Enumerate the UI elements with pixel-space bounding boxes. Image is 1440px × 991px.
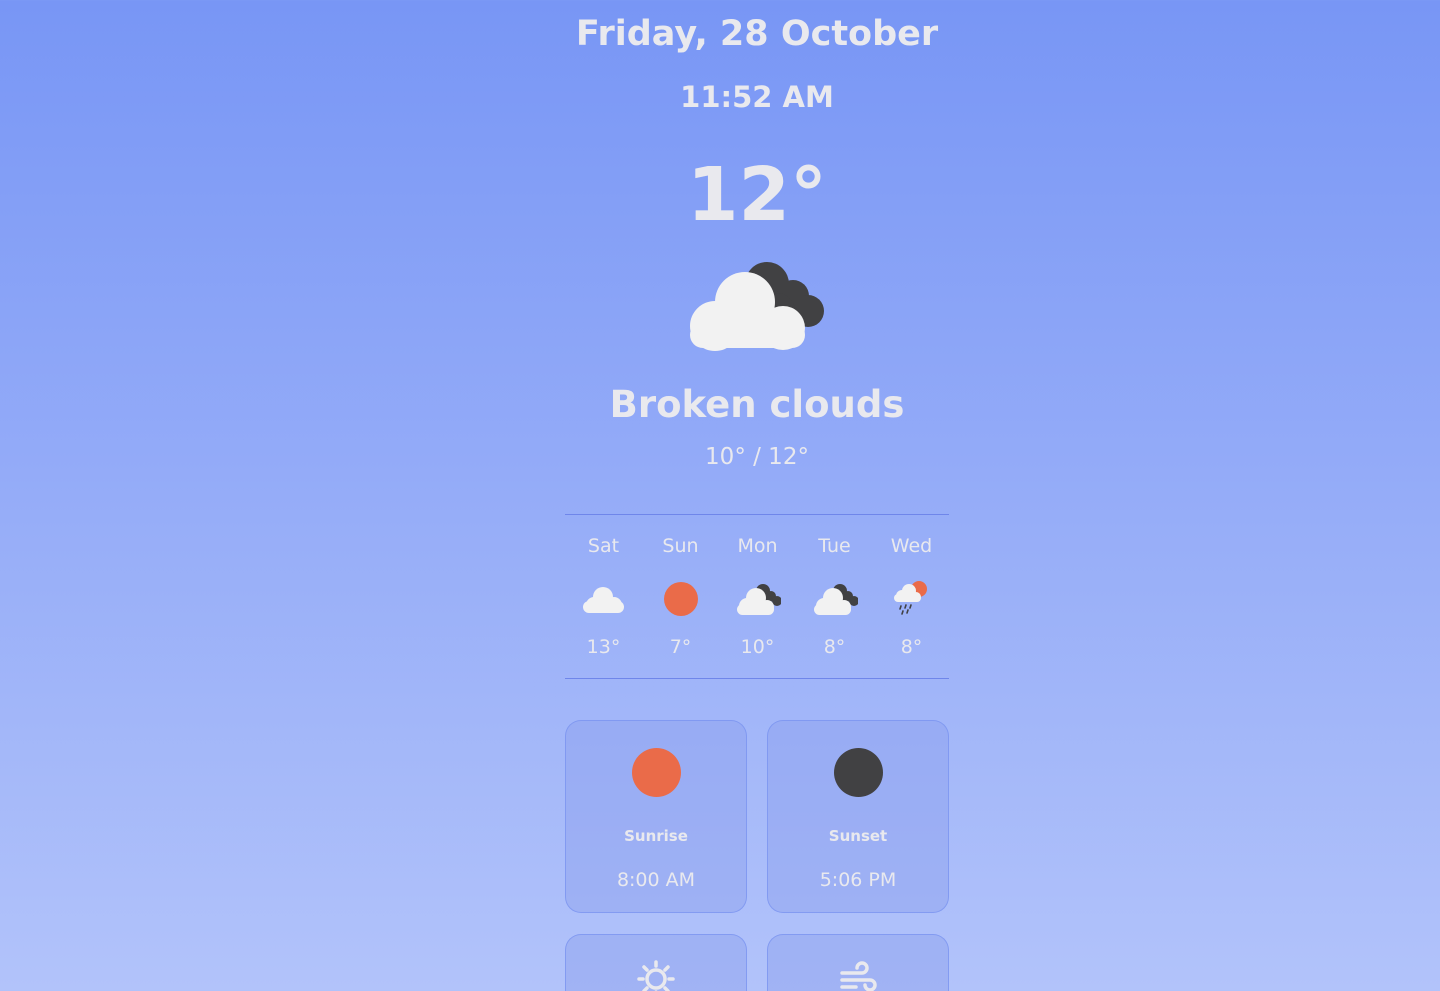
sun-icon — [664, 582, 698, 616]
sunset-label: Sunset — [828, 827, 888, 845]
current-date: Friday, 28 October — [575, 14, 939, 54]
forecast-temp: 13° — [586, 636, 621, 658]
forecast-day-name: Sat — [587, 535, 620, 557]
sunset-card: Sunset 5:06 PM — [767, 720, 949, 913]
forecast-day-name: Mon — [737, 535, 778, 557]
forecast-day: Sat 13° — [565, 515, 642, 680]
current-temperature: 12° — [687, 152, 827, 238]
sun-outline-icon — [637, 960, 675, 991]
forecast-day: Mon 10° — [719, 515, 796, 680]
broken-clouds-icon — [737, 584, 781, 615]
forecast-temp: 8° — [823, 636, 846, 658]
forecast-temp: 7° — [669, 636, 692, 658]
uv-card — [565, 934, 747, 991]
sunset-icon — [834, 748, 883, 797]
rain-sun-icon — [894, 581, 927, 615]
sunrise-label: Sunrise — [624, 827, 688, 845]
forecast-day-name: Sun — [662, 535, 699, 557]
wind-card — [767, 934, 949, 991]
sunrise-icon — [632, 748, 681, 797]
weather-description: Broken clouds — [609, 383, 905, 426]
sunset-value: 5:06 PM — [819, 869, 897, 891]
broken-clouds-icon — [690, 262, 824, 351]
forecast-strip: Sat 13° Sun 7° Mon 10° Tue 8° Wed 8° — [565, 514, 949, 679]
wind-icon — [840, 961, 877, 991]
cloud-icon — [583, 587, 624, 613]
forecast-day: Sun 7° — [642, 515, 719, 680]
forecast-day-name: Wed — [890, 535, 933, 557]
temperature-range: 10° / 12° — [705, 444, 809, 470]
sunrise-value: 8:00 AM — [616, 869, 696, 891]
forecast-day: Tue 8° — [796, 515, 873, 680]
forecast-day: Wed 8° — [873, 515, 950, 680]
current-time: 11:52 AM — [680, 80, 834, 114]
forecast-temp: 8° — [900, 636, 923, 658]
broken-clouds-icon — [814, 584, 858, 615]
sunrise-card: Sunrise 8:00 AM — [565, 720, 747, 913]
forecast-temp: 10° — [740, 636, 775, 658]
forecast-day-name: Tue — [818, 535, 851, 557]
